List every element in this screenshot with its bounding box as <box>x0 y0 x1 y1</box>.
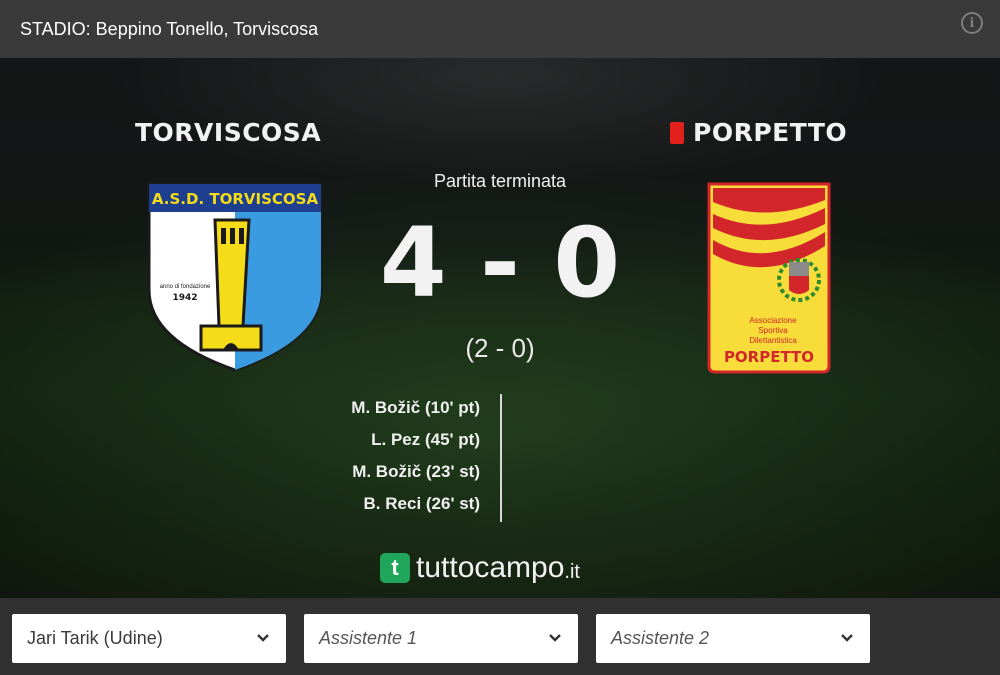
assistant2-value: Assistente 2 <box>611 628 710 648</box>
chevron-down-icon <box>841 634 853 642</box>
scorer-item[interactable]: M. Božič (10' pt) <box>280 392 480 424</box>
final-score: 4 - 0 <box>379 207 621 319</box>
assistant2-select[interactable]: Assistente 2 <box>596 614 870 663</box>
referee-value: Jari Tarik (Udine) <box>27 628 163 648</box>
info-icon[interactable]: i <box>961 12 983 34</box>
match-status: Partita terminata <box>433 171 567 191</box>
tuttocampo-logo-icon: t <box>380 553 410 583</box>
brand-name: tuttocampo <box>416 551 565 584</box>
top-bar: STADIO: Beppino Tonello, Torviscosa i <box>0 0 1000 58</box>
scorer-item[interactable]: L. Pez (45' pt) <box>280 424 480 456</box>
home-scorers-list: M. Božič (10' pt) L. Pez (45' pt) M. Bož… <box>280 392 480 520</box>
match-hero: TORVISCOSA PORPETTO A.S.D. TORVISCOSA an… <box>0 58 1000 598</box>
scorer-item[interactable]: M. Božič (23' st) <box>280 456 480 488</box>
home-team-name: TORVISCOSA <box>135 118 322 147</box>
brand-tld: .it <box>564 560 580 583</box>
assistant1-select[interactable]: Assistente 1 <box>304 614 578 663</box>
scorers-divider <box>500 394 502 522</box>
red-card-icon <box>670 121 684 144</box>
officials-bar: Jari Tarik (Udine) Assistente 1 Assisten… <box>0 598 1000 675</box>
stadium-label: STADIO: Beppino Tonello, Torviscosa <box>20 18 319 39</box>
halftime-score: (2 - 0) <box>465 333 535 363</box>
assistant1-value: Assistente 1 <box>319 628 418 648</box>
tuttocampo-brand[interactable]: t tuttocampo .it <box>380 551 580 585</box>
chevron-down-icon <box>549 634 561 642</box>
scorer-item[interactable]: B. Reci (26' st) <box>280 488 480 520</box>
away-team-name: PORPETTO <box>693 118 848 147</box>
referee-select[interactable]: Jari Tarik (Udine) <box>12 614 286 663</box>
chevron-down-icon <box>257 634 269 642</box>
away-team-header: PORPETTO <box>670 118 847 147</box>
